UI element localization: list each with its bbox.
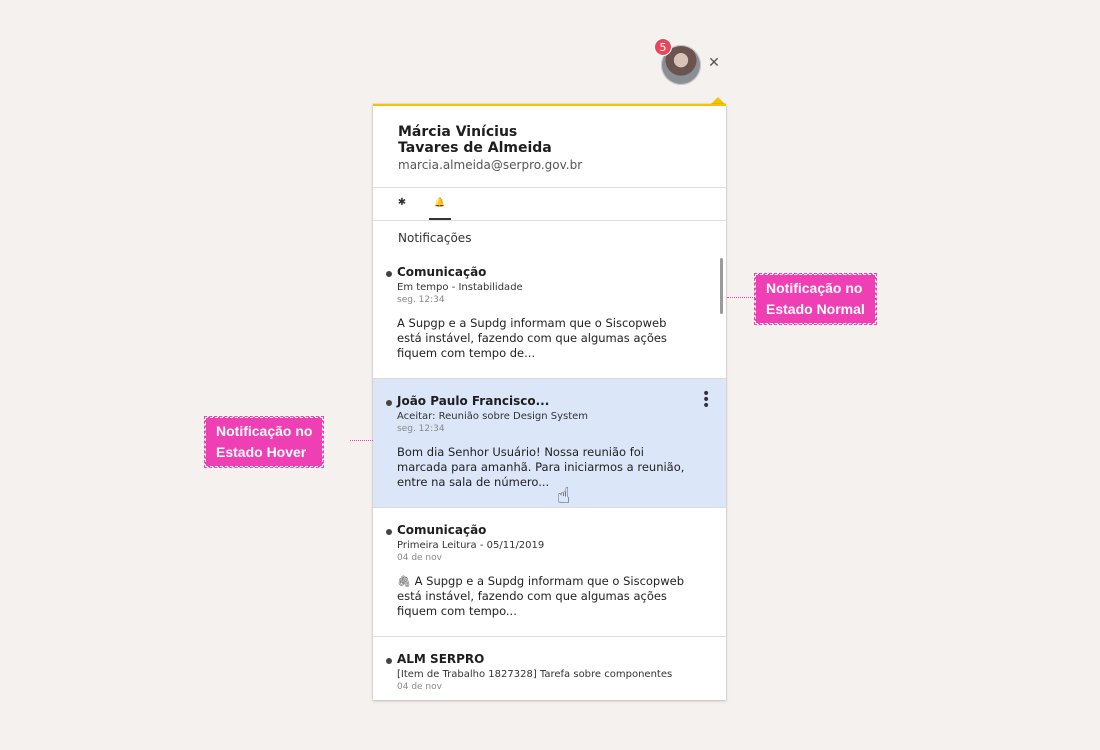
notification-subtitle: [Item de Trabalho 1827328] Tarefa sobre … <box>397 669 673 680</box>
notification-count-badge: 5 <box>654 38 672 56</box>
scrollbar[interactable] <box>720 258 723 314</box>
tab-settings[interactable]: ✱ <box>391 196 413 218</box>
notification-item-hover[interactable]: João Paulo Francisco... Aceitar: Reunião… <box>373 379 726 508</box>
notification-body-text: A Supgp e a Supdg informam que o Siscopw… <box>397 574 685 618</box>
annotation-normal-state: Notificação no Estado Normal <box>754 273 877 325</box>
notification-item[interactable]: Comunicação Em tempo - Instabilidade seg… <box>373 250 726 379</box>
paperclip-icon: 🖇 <box>397 575 411 588</box>
user-name-line1: Márcia Vinícius <box>398 124 518 140</box>
annotation-line2: Estado Hover <box>216 444 307 460</box>
notification-body: A Supgp e a Supdg informam que o Siscopw… <box>397 316 667 360</box>
annotation-line1: Notificação no <box>216 423 313 439</box>
notification-time: seg. 12:34 <box>397 295 445 305</box>
close-icon[interactable]: ✕ <box>707 56 721 70</box>
tab-notifications[interactable]: 🔔 <box>429 196 451 220</box>
notification-title: ALM SERPRO <box>397 652 485 666</box>
hand-cursor-icon: ☝ <box>557 484 571 509</box>
notification-title: Comunicação <box>397 265 487 279</box>
section-title: Notificações <box>398 231 472 245</box>
notification-time: 04 de nov <box>397 553 442 563</box>
annotation-hover-state: Notificação no Estado Hover <box>203 416 325 468</box>
notification-item[interactable]: Comunicação Primeira Leitura - 05/11/201… <box>373 508 726 637</box>
panel-tabs: ✱ 🔔 <box>373 188 726 220</box>
notification-subtitle: Aceitar: Reunião sobre Design System <box>397 411 589 422</box>
user-name: Márcia Vinícius Tavares de Almeida <box>398 124 568 156</box>
gear-icon: ✱ <box>397 197 407 208</box>
user-notification-panel: Márcia Vinícius Tavares de Almeida marci… <box>373 104 726 700</box>
notification-item[interactable]: ALM SERPRO [Item de Trabalho 1827328] Ta… <box>373 637 726 700</box>
unread-dot-icon <box>386 529 392 535</box>
annotation-line1: Notificação no <box>766 280 863 296</box>
more-options-icon[interactable]: • • • <box>702 387 710 413</box>
unread-dot-icon <box>386 400 392 406</box>
annotation-connector <box>727 297 755 298</box>
bell-icon: 🔔 <box>434 198 446 208</box>
unread-dot-icon <box>386 271 392 277</box>
user-email: marcia.almeida@serpro.gov.br <box>398 158 583 172</box>
panel-caret <box>711 97 725 104</box>
annotation-connector <box>350 440 373 441</box>
user-info: Márcia Vinícius Tavares de Almeida marci… <box>398 124 706 172</box>
notification-title: Comunicação <box>397 523 487 537</box>
notification-time: 04 de nov <box>397 682 442 692</box>
notification-body: 🖇 A Supgp e a Supdg informam que o Sisco… <box>397 574 687 619</box>
notification-time: seg. 12:34 <box>397 424 445 434</box>
notification-subtitle: Em tempo - Instabilidade <box>397 282 523 293</box>
notification-title: João Paulo Francisco... <box>397 394 550 408</box>
user-avatar-button[interactable]: 5 <box>654 38 701 85</box>
annotation-line2: Estado Normal <box>766 301 865 317</box>
user-name-line2: Tavares de Almeida <box>398 140 552 156</box>
notification-body: Bom dia Senhor Usuário! Nossa reunião fo… <box>397 445 685 489</box>
unread-dot-icon <box>386 658 392 664</box>
notification-list: Comunicação Em tempo - Instabilidade seg… <box>373 250 726 700</box>
notification-subtitle: Primeira Leitura - 05/11/2019 <box>397 540 545 551</box>
divider <box>373 220 726 221</box>
